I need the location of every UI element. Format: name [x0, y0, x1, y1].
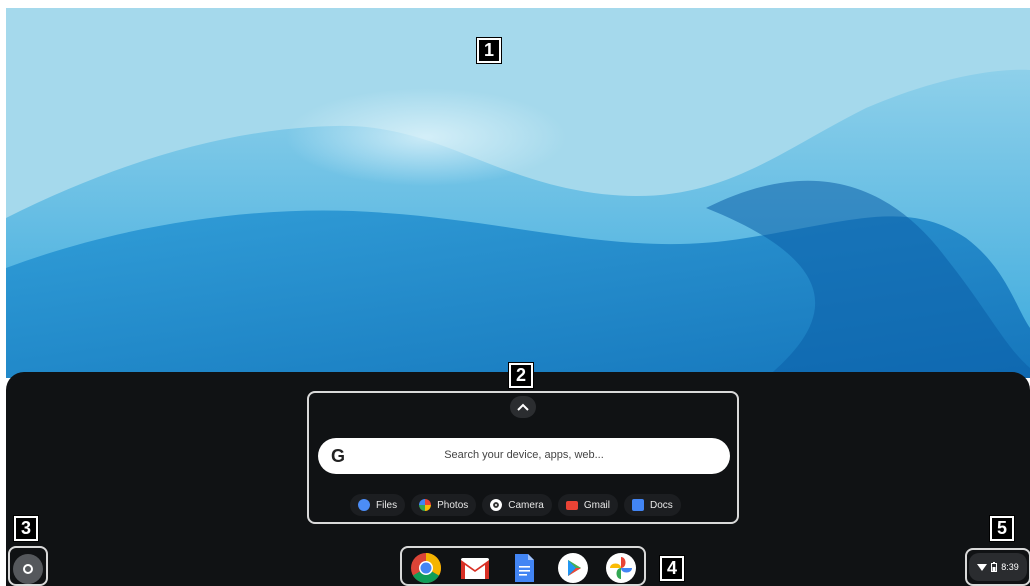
shelf-gmail[interactable] — [459, 552, 491, 584]
battery-icon — [991, 562, 998, 572]
gmail-icon — [565, 500, 578, 510]
photos-icon — [606, 553, 636, 583]
photos-icon — [419, 499, 432, 511]
callout-1: 1 — [476, 37, 502, 64]
desktop-wallpaper — [6, 8, 1030, 378]
docs-icon — [515, 554, 534, 582]
callout-3: 3 — [13, 515, 39, 542]
docs-icon — [631, 499, 644, 511]
callout-2: 2 — [508, 362, 534, 389]
callout-4: 4 — [659, 555, 685, 582]
chevron-up-icon[interactable] — [510, 396, 536, 418]
shelf-chrome[interactable] — [410, 552, 442, 584]
chrome-icon — [411, 553, 442, 584]
wifi-icon — [977, 564, 988, 571]
suggestion-docs[interactable]: Docs — [623, 494, 681, 516]
suggestion-label: Gmail — [583, 499, 610, 511]
play-store-icon — [558, 553, 588, 583]
search-placeholder: Search your device, apps, web... — [444, 449, 604, 461]
suggested-apps: Files Photos Camera Gmail Docs — [350, 494, 700, 516]
suggestion-files[interactable]: Files — [350, 494, 406, 516]
clock-time: 8:39 — [1001, 562, 1019, 572]
suggestion-label: Photos — [437, 499, 469, 511]
status-tray[interactable]: 8:39 — [969, 553, 1027, 581]
callout-5: 5 — [989, 515, 1015, 542]
suggestion-label: Camera — [508, 499, 544, 511]
search-input[interactable]: G Search your device, apps, web... — [318, 438, 730, 474]
launcher-circle-icon — [23, 564, 33, 574]
suggestion-label: Files — [376, 499, 398, 511]
launcher-button[interactable] — [13, 554, 43, 584]
camera-icon — [490, 499, 503, 511]
shelf-docs[interactable] — [508, 552, 540, 584]
suggestion-photos[interactable]: Photos — [411, 494, 477, 516]
suggestion-label: Docs — [649, 499, 673, 511]
gmail-icon — [461, 558, 489, 579]
shelf-play-store[interactable] — [557, 552, 589, 584]
files-icon — [358, 499, 370, 511]
suggestion-gmail[interactable]: Gmail — [557, 494, 618, 516]
shelf-photos[interactable] — [605, 552, 637, 584]
suggestion-camera[interactable]: Camera — [482, 494, 552, 516]
